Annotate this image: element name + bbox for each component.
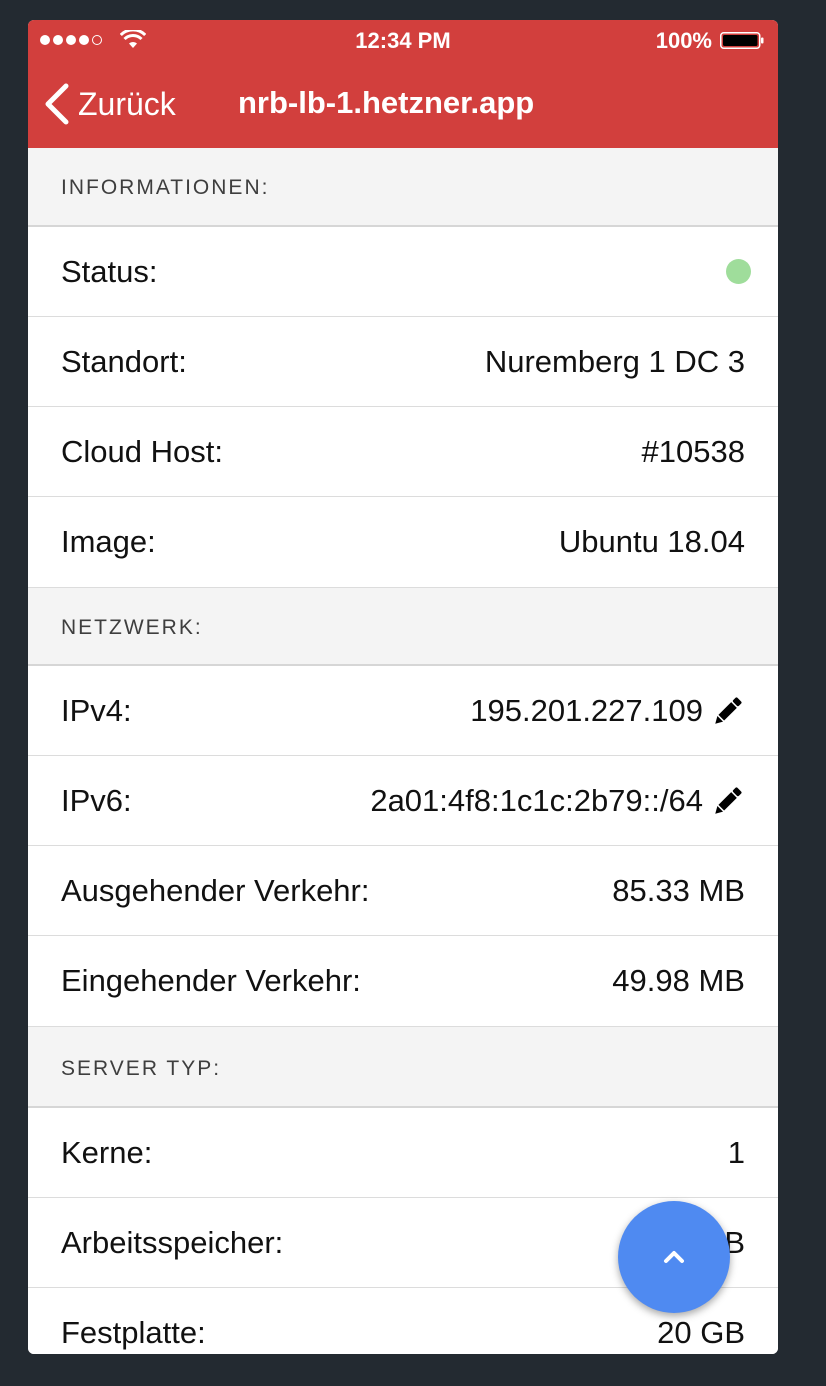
back-label: Zurück [78, 85, 176, 122]
row-standort: Standort: Nuremberg 1 DC 3 [28, 317, 778, 407]
row-image: Image: Ubuntu 18.04 [28, 497, 778, 587]
cores-value: 1 [727, 1134, 745, 1170]
row-incoming-traffic: Eingehender Verkehr: 49.98 MB [28, 936, 778, 1026]
back-button[interactable]: Zurück [42, 80, 176, 128]
pencil-icon[interactable] [711, 784, 745, 818]
status-bar: 12:34 PM 100% [28, 20, 778, 60]
row-ipv6: IPv6: 2a01:4f8:1c1c:2b79::/64 [28, 756, 778, 846]
top-bar: 12:34 PM 100% Zurück nrb-lb-1.hetzner.ap… [28, 20, 778, 148]
ipv6-label: IPv6: [61, 782, 132, 818]
ipv6-value: 2a01:4f8:1c1c:2b79::/64 [370, 782, 703, 818]
status-online-indicator [726, 259, 751, 284]
section-header-netzwerk: NETZWERK: [28, 587, 778, 666]
cloud-host-label: Cloud Host: [61, 433, 223, 469]
ipv4-value-group: 195.201.227.109 [470, 693, 745, 729]
section-header-informationen: INFORMATIONEN: [28, 148, 778, 227]
incoming-traffic-value: 49.98 MB [612, 963, 745, 998]
outgoing-traffic-label: Ausgehender Verkehr: [61, 872, 370, 908]
chevron-left-icon [45, 83, 69, 125]
chevron-up-icon [664, 1251, 684, 1263]
incoming-traffic-label: Eingehender Verkehr: [61, 963, 361, 998]
row-kerne: Kerne: 1 [28, 1108, 778, 1198]
disk-label: Festplatte: [61, 1315, 206, 1350]
location-label: Standort: [61, 343, 187, 379]
location-value: Nuremberg 1 DC 3 [484, 343, 745, 379]
battery-icon [720, 32, 764, 49]
row-ipv4: IPv4: 195.201.227.109 [28, 666, 778, 756]
section-header-server-typ: SERVER TYP: [28, 1026, 778, 1108]
memory-label: Arbeitsspeicher: [61, 1224, 284, 1260]
pencil-icon[interactable] [711, 694, 745, 728]
cores-label: Kerne: [61, 1134, 153, 1170]
page-title: nrb-lb-1.hetzner.app [238, 85, 535, 120]
battery-percentage: 100% [655, 28, 712, 53]
phone-screen: 12:34 PM 100% Zurück nrb-lb-1.hetzner.ap… [28, 20, 778, 1354]
row-status: Status: [28, 227, 778, 317]
navigation-bar: Zurück nrb-lb-1.hetzner.app [28, 60, 778, 148]
scroll-to-top-button[interactable] [618, 1201, 730, 1313]
status-label: Status: [61, 253, 158, 289]
row-cloud-host: Cloud Host: #10538 [28, 407, 778, 497]
ipv4-value: 195.201.227.109 [470, 692, 703, 728]
ipv6-value-group: 2a01:4f8:1c1c:2b79::/64 [370, 783, 745, 819]
image-label: Image: [61, 524, 156, 559]
image-value: Ubuntu 18.04 [558, 524, 745, 559]
cloud-host-value: #10538 [641, 433, 745, 469]
disk-value: 20 GB [657, 1315, 745, 1350]
outgoing-traffic-value: 85.33 MB [612, 872, 745, 908]
ipv4-label: IPv4: [61, 692, 132, 728]
server-details-list[interactable]: INFORMATIONEN: Status: Standort: Nurembe… [28, 148, 778, 1354]
row-outgoing-traffic: Ausgehender Verkehr: 85.33 MB [28, 846, 778, 936]
